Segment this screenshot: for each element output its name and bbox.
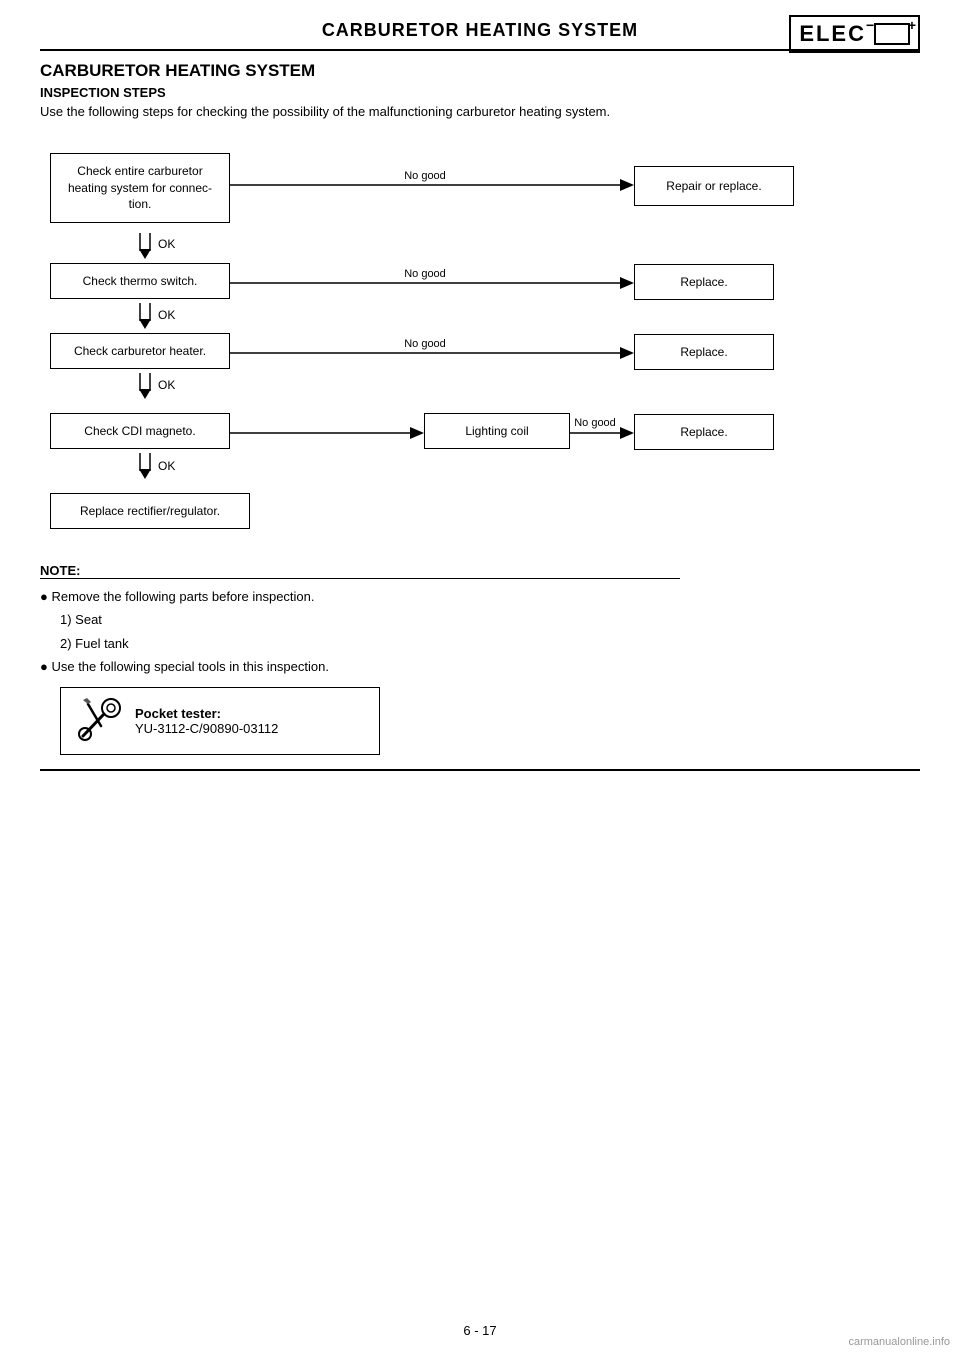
svg-text:OK: OK (158, 378, 175, 392)
note-item-1: Remove the following parts before inspec… (40, 585, 920, 608)
flowbox-step3: Check carburetor heater. (50, 333, 230, 369)
elec-label: ELEC (799, 21, 866, 47)
watermark: carmanualonline.info (848, 1336, 950, 1348)
flowbox-out3: Replace. (634, 334, 774, 370)
page-number: 6 - 17 (463, 1323, 496, 1338)
battery-icon (874, 23, 910, 45)
note-sub-item-1: 1) Seat (60, 608, 920, 631)
svg-text:No good: No good (404, 268, 446, 280)
flowbox-out1-text: Repair or replace. (666, 178, 761, 195)
flowbox-step4: Check CDI magneto. (50, 413, 230, 449)
note-item-2: Use the following special tools in this … (40, 655, 920, 678)
svg-text:No good: No good (404, 338, 446, 350)
flowbox-out2: Replace. (634, 264, 774, 300)
elec-badge: ELEC (789, 15, 920, 53)
flowbox-step3-text: Check carburetor heater. (74, 343, 206, 360)
page-header: CARBURETOR HEATING SYSTEM ELEC (40, 20, 920, 51)
note-list: Remove the following parts before inspec… (40, 585, 920, 679)
tool-box: Pocket tester: YU-3112-C/90890-03112 (60, 687, 380, 755)
section-title: CARBURETOR HEATING SYSTEM (40, 61, 920, 81)
svg-text:No good: No good (574, 417, 616, 429)
flowbox-out1: Repair or replace. (634, 166, 794, 206)
svg-text:No good: No good (404, 170, 446, 182)
flowbox-out4-text: Replace. (680, 424, 727, 441)
note-title: NOTE: (40, 563, 680, 579)
flowbox-step6-text: Replace rectifier/regulator. (80, 503, 220, 520)
intro-text: Use the following steps for checking the… (40, 104, 920, 119)
tool-label: Pocket tester: (135, 706, 221, 721)
flowbox-step2: Check thermo switch. (50, 263, 230, 299)
tool-code: YU-3112-C/90890-03112 (135, 721, 278, 736)
flowchart: No good OK No good OK No good (40, 133, 920, 553)
flowbox-out4: Replace. (634, 414, 774, 450)
flowbox-step5: Lighting coil (424, 413, 570, 449)
flowbox-out3-text: Replace. (680, 344, 727, 361)
flowbox-step1: Check entire carburetor heating system f… (50, 153, 230, 223)
svg-text:OK: OK (158, 308, 175, 322)
tool-text: Pocket tester: YU-3112-C/90890-03112 (135, 706, 278, 736)
subsection-title: INSPECTION STEPS (40, 85, 920, 100)
note-sub-item-2: 2) Fuel tank (60, 632, 920, 655)
bottom-line (40, 769, 920, 771)
tool-icon (73, 696, 123, 746)
note-section: NOTE: Remove the following parts before … (40, 563, 920, 755)
flowbox-step4-text: Check CDI magneto. (84, 423, 195, 440)
svg-text:OK: OK (158, 237, 175, 251)
flowbox-step2-text: Check thermo switch. (83, 273, 198, 290)
flowbox-out2-text: Replace. (680, 274, 727, 291)
flowbox-step1-text: Check entire carburetor heating system f… (57, 163, 223, 213)
svg-text:OK: OK (158, 459, 175, 473)
flowbox-step5-text: Lighting coil (465, 423, 528, 440)
flowbox-step6: Replace rectifier/regulator. (50, 493, 250, 529)
page: CARBURETOR HEATING SYSTEM ELEC CARBURETO… (0, 0, 960, 1358)
page-title: CARBURETOR HEATING SYSTEM (40, 20, 920, 41)
note-sub-list: 1) Seat 2) Fuel tank (60, 608, 920, 655)
